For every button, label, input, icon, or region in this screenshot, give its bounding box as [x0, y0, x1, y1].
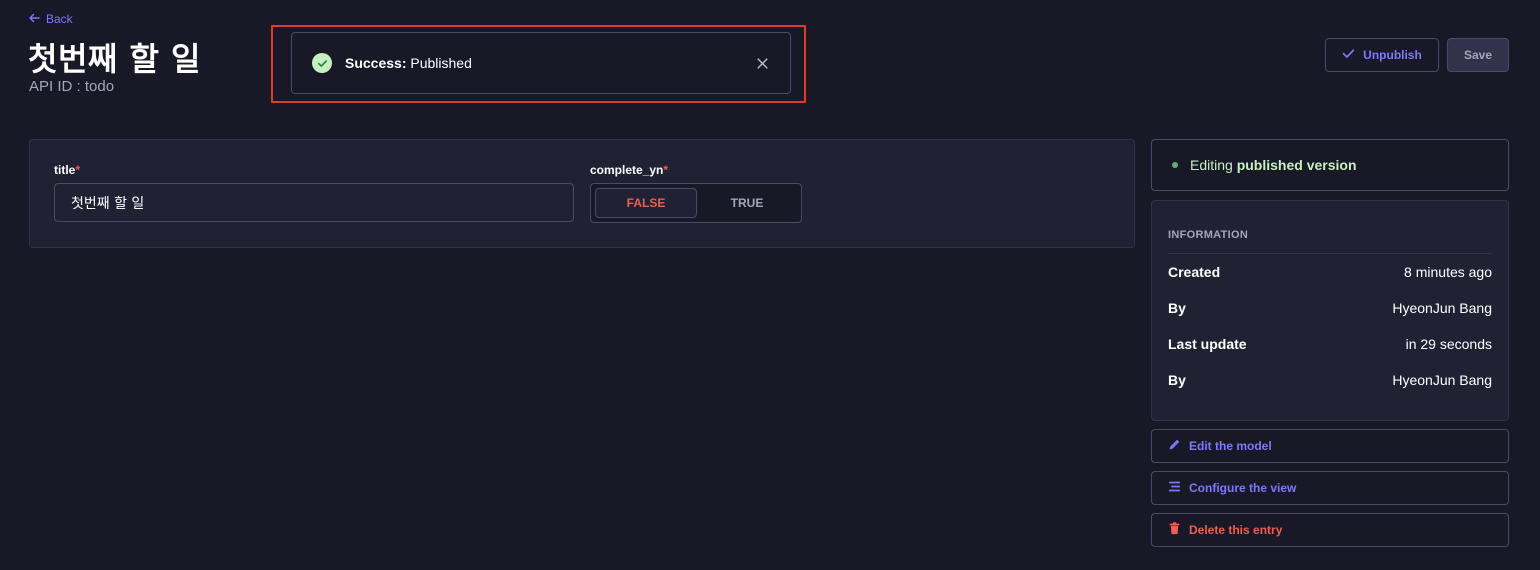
complete-yn-toggle: FALSE TRUE	[590, 183, 802, 223]
page-title: 첫번째 할 일	[28, 40, 201, 78]
close-icon[interactable]	[754, 55, 770, 71]
info-key: By	[1168, 372, 1186, 388]
edit-model-label: Edit the model	[1189, 439, 1272, 453]
info-row-created-by: By HyeonJun Bang	[1168, 290, 1492, 326]
pencil-icon	[1168, 438, 1181, 454]
check-circle-icon	[312, 53, 332, 73]
info-key: Created	[1168, 264, 1221, 280]
info-key: By	[1168, 300, 1186, 316]
list-icon	[1168, 480, 1181, 496]
status-bold: published version	[1236, 157, 1357, 173]
information-heading: INFORMATION	[1168, 229, 1492, 254]
status-dot	[1172, 162, 1178, 168]
unpublish-button[interactable]: Unpublish	[1325, 38, 1439, 72]
complete-yn-label-text: complete_yn	[590, 163, 664, 177]
required-mark: *	[663, 163, 669, 177]
edit-model-button[interactable]: Edit the model	[1151, 429, 1509, 463]
status-prefix: Editing	[1190, 157, 1233, 173]
title-input[interactable]: 첫번째 할 일	[54, 183, 574, 222]
toggle-true-option[interactable]: TRUE	[697, 188, 797, 218]
required-mark: *	[75, 163, 81, 177]
delete-entry-button[interactable]: Delete this entry	[1151, 513, 1509, 547]
toast-message: Success: Published	[345, 55, 754, 71]
back-link[interactable]: Back	[28, 11, 73, 27]
delete-entry-label: Delete this entry	[1189, 523, 1283, 537]
title-label-text: title	[54, 163, 76, 177]
toggle-false-option[interactable]: FALSE	[595, 188, 697, 218]
status-text: Editing published version	[1190, 157, 1357, 173]
back-label: Back	[46, 12, 73, 26]
info-row-created: Created 8 minutes ago	[1168, 254, 1492, 290]
configure-view-label: Configure the view	[1189, 481, 1297, 495]
complete-yn-label: complete_yn*	[590, 163, 668, 177]
unpublish-label: Unpublish	[1363, 48, 1422, 62]
arrow-left-icon	[28, 12, 40, 27]
success-toast: Success: Published	[291, 32, 791, 94]
editing-status-card: Editing published version	[1151, 139, 1509, 191]
info-value: in 29 seconds	[1405, 336, 1492, 352]
toast-status: Success:	[345, 55, 407, 71]
configure-view-button[interactable]: Configure the view	[1151, 471, 1509, 505]
info-value: HyeonJun Bang	[1392, 300, 1492, 316]
save-button[interactable]: Save	[1447, 38, 1509, 72]
info-row-last-update: Last update in 29 seconds	[1168, 326, 1492, 362]
check-icon	[1342, 47, 1355, 63]
info-value: 8 minutes ago	[1404, 264, 1492, 280]
info-key: Last update	[1168, 336, 1247, 352]
info-value: HyeonJun Bang	[1392, 372, 1492, 388]
toast-text: Published	[410, 55, 472, 71]
info-row-updated-by: By HyeonJun Bang	[1168, 362, 1492, 398]
trash-icon	[1168, 522, 1181, 538]
api-id: API ID : todo	[29, 78, 115, 95]
information-card: INFORMATION Created 8 minutes ago By Hye…	[1151, 200, 1509, 421]
title-label: title*	[54, 163, 80, 177]
